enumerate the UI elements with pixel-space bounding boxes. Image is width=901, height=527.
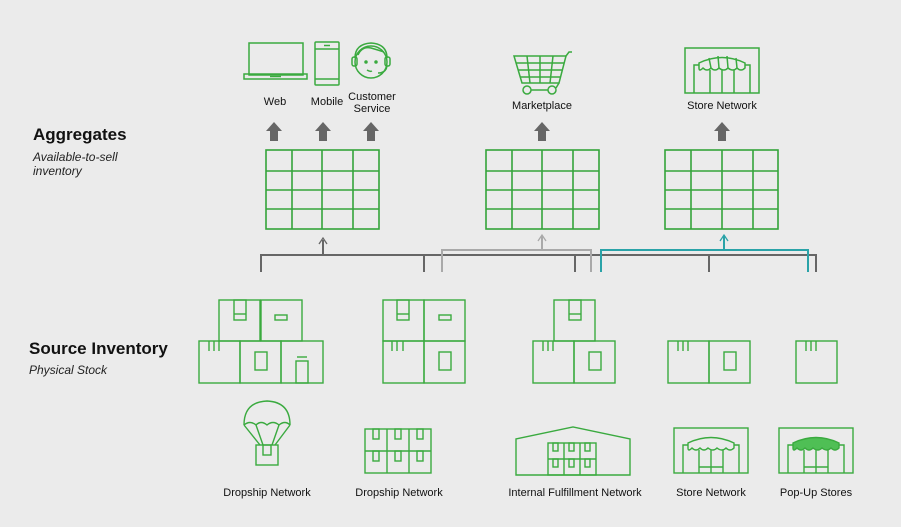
- arrow-up-icon: [534, 122, 550, 141]
- box-stack-dropship-2: [382, 299, 466, 384]
- aggregate-grid-store-network: [664, 149, 779, 230]
- box-stack-dropship-1: [198, 299, 324, 384]
- laptop-icon: [243, 42, 308, 80]
- storefront-icon: [684, 47, 760, 94]
- box-grid-icon: [364, 428, 432, 474]
- channel-arrows: [266, 122, 730, 141]
- parachute-box-icon: [243, 400, 291, 466]
- mobile-phone-icon: [314, 41, 340, 86]
- box-stack-internal: [532, 299, 616, 384]
- shopping-cart-icon: [512, 51, 572, 95]
- arrow-up-icon: [363, 122, 379, 141]
- box-stack-popup: [795, 340, 838, 384]
- arrow-up-icon: [266, 122, 282, 141]
- storefront-icon: [673, 427, 749, 474]
- inventory-diagram: [198, 41, 854, 476]
- connector-teal: [600, 233, 809, 272]
- popup-store-icon: [778, 427, 854, 474]
- aggregate-grid-web-mobile-service: [265, 149, 380, 230]
- warehouse-icon: [515, 426, 631, 476]
- connector-light: [441, 233, 592, 272]
- connector-dark: [260, 236, 817, 272]
- arrow-up-icon: [714, 122, 730, 141]
- aggregate-grid-marketplace: [485, 149, 600, 230]
- box-stack-store-network: [667, 340, 751, 384]
- arrow-up-icon: [315, 122, 331, 141]
- headset-agent-icon: [351, 42, 391, 79]
